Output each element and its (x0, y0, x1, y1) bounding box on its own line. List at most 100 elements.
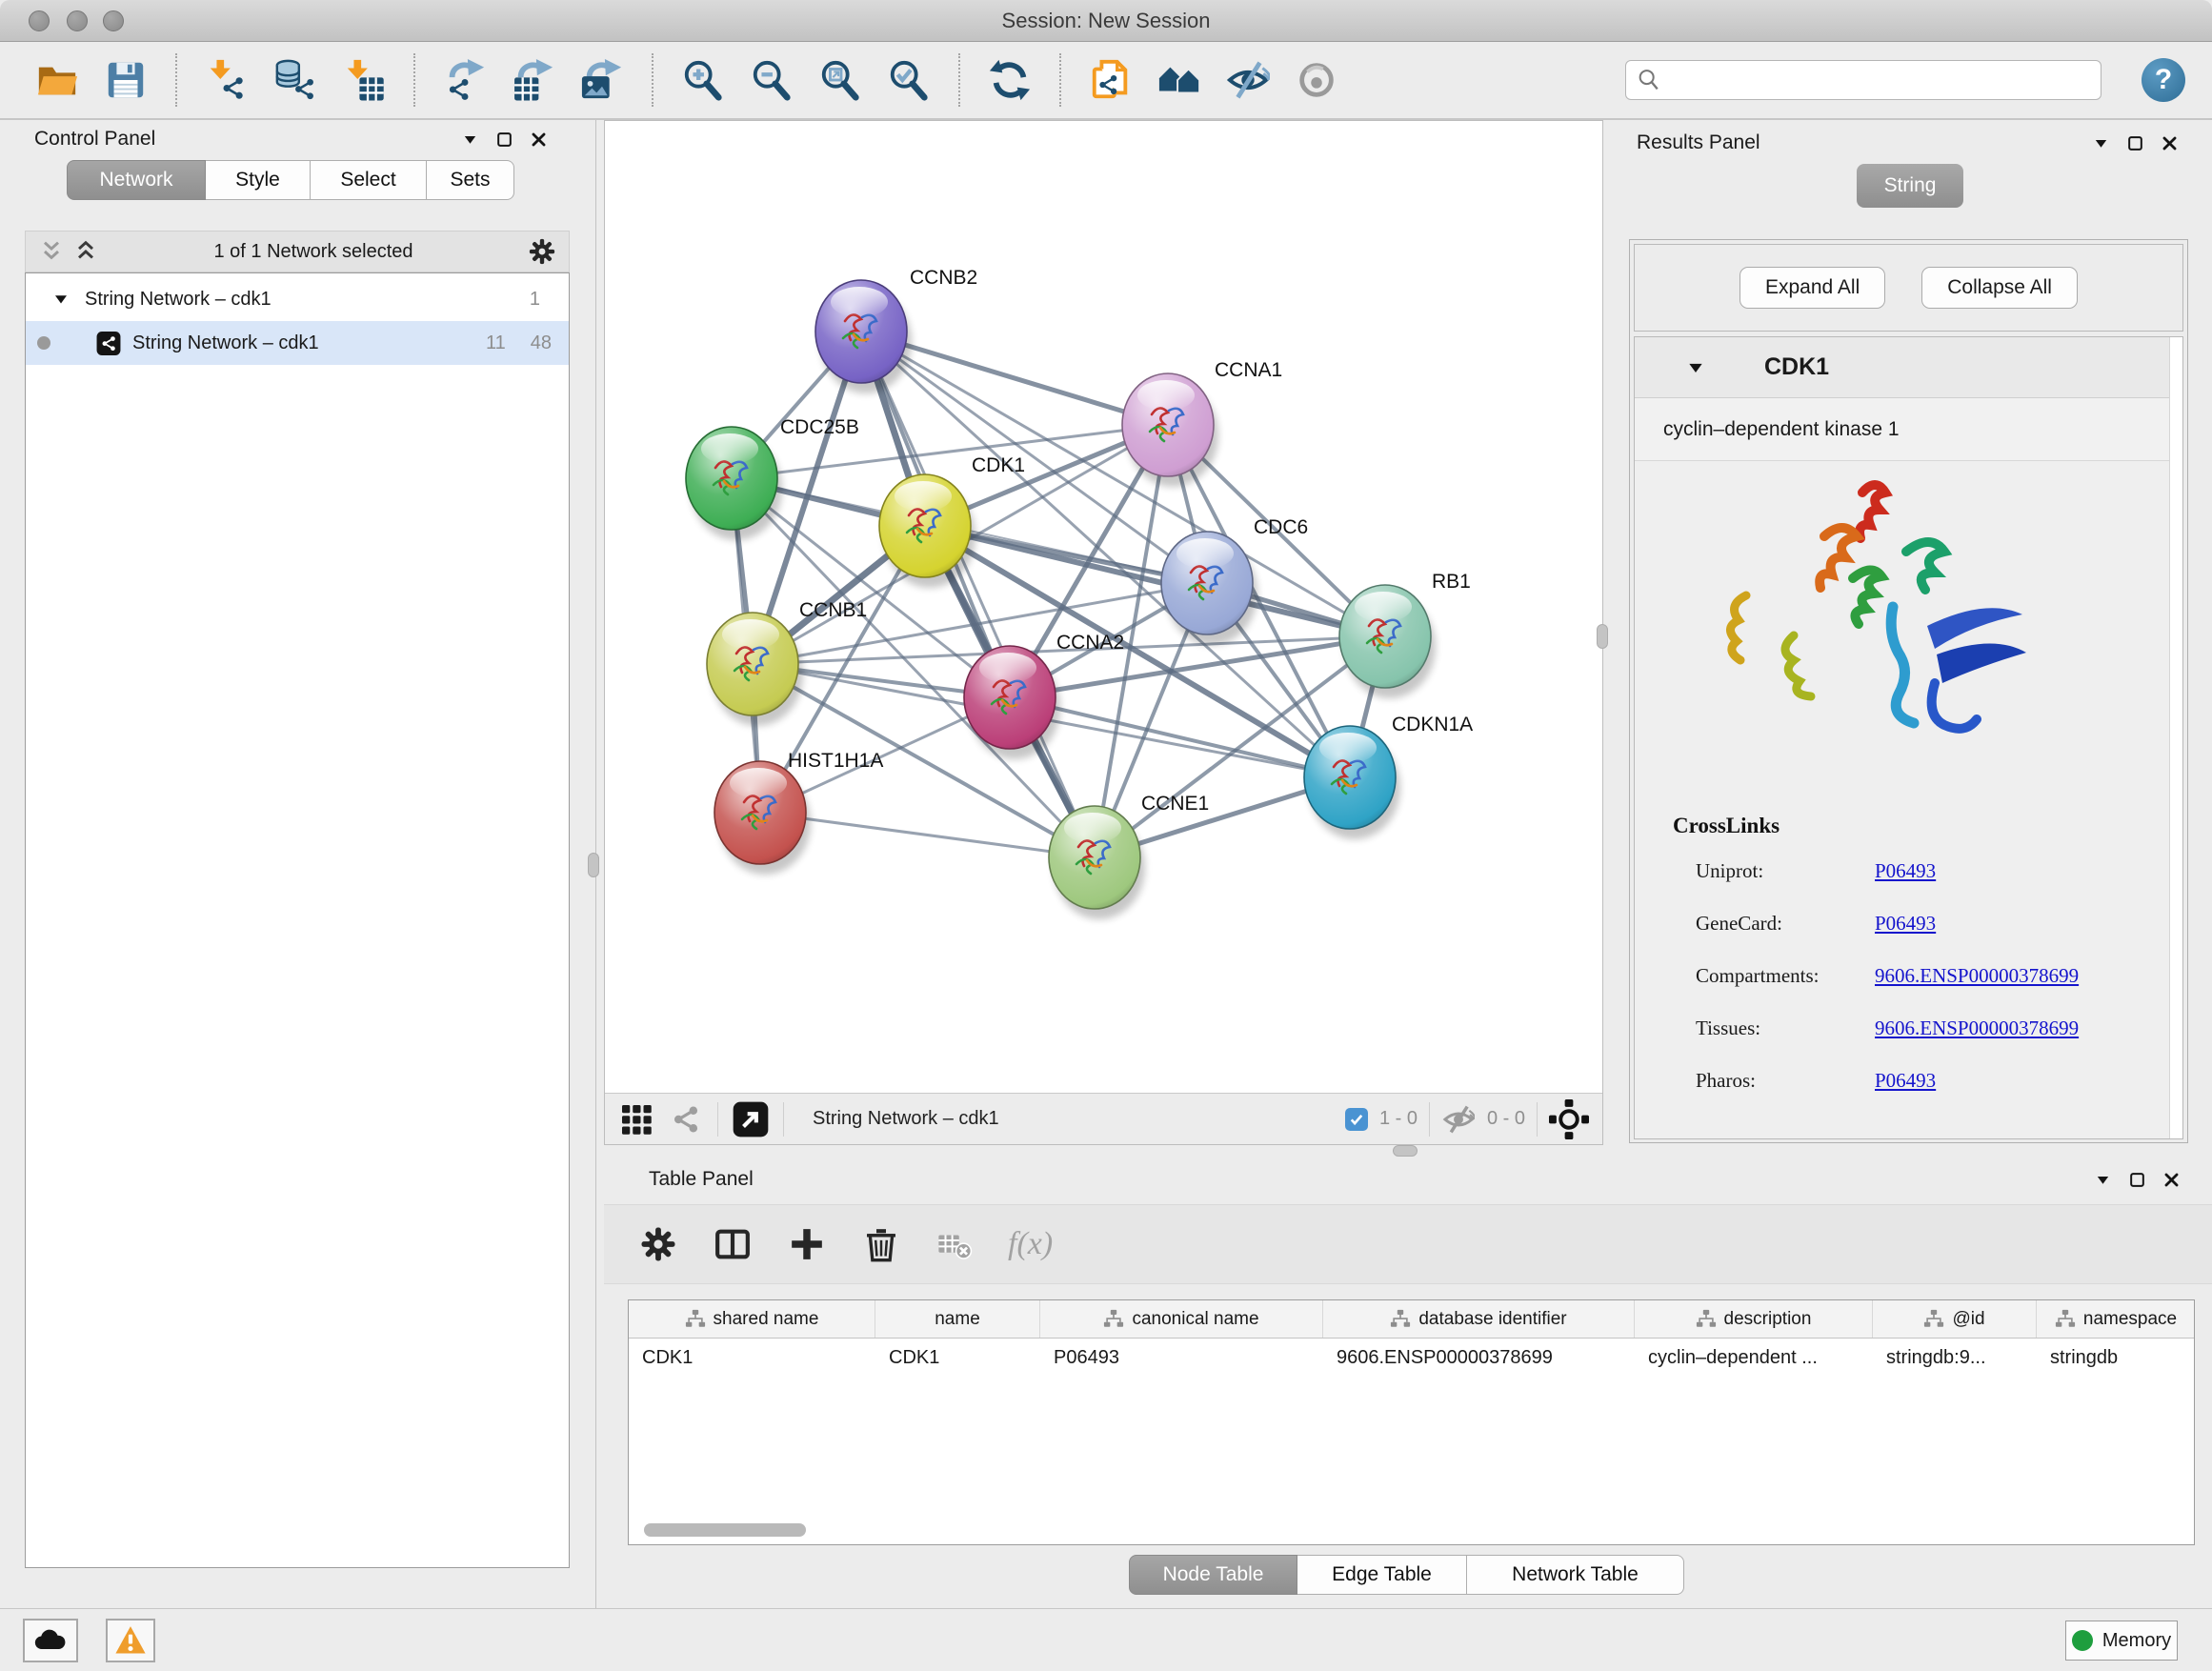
panel-menu-icon[interactable] (2093, 1170, 2112, 1189)
bottom-splitter-grip[interactable] (1393, 1145, 1418, 1157)
collapse-triangle-icon[interactable] (52, 291, 70, 308)
tab-sets[interactable]: Sets (427, 160, 514, 200)
export-network-button[interactable] (435, 50, 494, 111)
table-hscrollbar[interactable] (644, 1523, 806, 1537)
share-view-icon[interactable] (668, 1101, 704, 1137)
table-options-gear-icon[interactable] (638, 1224, 678, 1264)
network-node-CCNA2[interactable] (964, 646, 1060, 759)
crosslink-link[interactable]: 9606.ENSP00000378699 (1875, 964, 2079, 988)
table-cell[interactable]: CDK1 (875, 1339, 1040, 1377)
tab-style[interactable]: Style (206, 160, 311, 200)
search-box[interactable] (1625, 60, 2101, 100)
network-node-CCNA1[interactable] (1122, 373, 1218, 487)
panel-close-icon[interactable] (529, 130, 548, 149)
network-node-CDC25B[interactable] (686, 427, 782, 540)
tab-edge-table[interactable]: Edge Table (1297, 1555, 1467, 1595)
minimize-window-button[interactable] (67, 10, 88, 31)
show-all-button[interactable] (1287, 50, 1346, 111)
search-input[interactable] (1662, 63, 2091, 97)
panel-float-icon[interactable] (2127, 1170, 2146, 1189)
hide-selected-button[interactable] (1218, 50, 1277, 111)
right-splitter-grip[interactable] (1597, 624, 1608, 649)
network-row-selected[interactable]: String Network – cdk1 11 48 (26, 321, 569, 365)
tab-string[interactable]: String (1857, 164, 1963, 208)
crosslink-link[interactable]: P06493 (1875, 912, 1936, 936)
zoom-window-button[interactable] (103, 10, 124, 31)
delete-column-trash-icon[interactable] (861, 1224, 901, 1264)
refresh-button[interactable] (980, 50, 1039, 111)
results-scrollbar[interactable] (2169, 337, 2182, 1138)
save-session-button[interactable] (96, 50, 155, 111)
network-node-CCNB1[interactable] (707, 613, 803, 726)
network-node-HIST1H1A[interactable] (714, 761, 811, 875)
tab-network[interactable]: Network (67, 160, 206, 200)
column-header-namespace[interactable]: namespace (2037, 1300, 2195, 1338)
network-node-CDC6[interactable] (1161, 532, 1257, 645)
export-table-button[interactable] (504, 50, 563, 111)
clone-network-button[interactable] (1081, 50, 1140, 111)
panel-float-icon[interactable] (2125, 133, 2144, 152)
tab-network-table[interactable]: Network Table (1467, 1555, 1684, 1595)
crosslink-link[interactable]: P06493 (1875, 859, 1936, 883)
table-cell[interactable]: stringdb:9... (1873, 1339, 2037, 1377)
open-session-button[interactable] (28, 50, 87, 111)
network-node-CDKN1A[interactable] (1304, 726, 1400, 839)
zoom-out-button[interactable] (742, 50, 801, 111)
import-network-file-button[interactable] (197, 50, 256, 111)
zoom-fit-content-button[interactable] (811, 50, 870, 111)
panel-float-icon[interactable] (494, 130, 513, 149)
collapse-all-networks-icon[interactable] (37, 237, 66, 266)
panel-close-icon[interactable] (2160, 133, 2179, 152)
network-edge[interactable] (861, 332, 1095, 857)
column-header-shared-name[interactable]: shared name (629, 1300, 875, 1338)
memory-button[interactable]: Memory (2065, 1621, 2178, 1661)
tab-node-table[interactable]: Node Table (1129, 1555, 1297, 1595)
column-header-database-identifier[interactable]: database identifier (1323, 1300, 1635, 1338)
column-header--id[interactable]: @id (1873, 1300, 2037, 1338)
zoom-in-button[interactable] (674, 50, 733, 111)
table-cell[interactable]: stringdb (2037, 1339, 2195, 1377)
crosslink-link[interactable]: P06493 (1875, 1069, 1936, 1093)
network-node-RB1[interactable] (1339, 585, 1436, 698)
add-column-icon[interactable] (787, 1224, 827, 1264)
zoom-selected-button[interactable] (879, 50, 938, 111)
table-cell[interactable]: P06493 (1040, 1339, 1323, 1377)
first-neighbors-button[interactable] (1150, 50, 1209, 111)
column-header-description[interactable]: description (1635, 1300, 1873, 1338)
collapse-triangle-icon[interactable] (1686, 358, 1705, 377)
network-canvas[interactable]: CCNB2CCNA1CDC25BCDK1CDC6RB1CCNB1CCNA2CDK… (605, 121, 1602, 1089)
expand-all-networks-icon[interactable] (71, 237, 100, 266)
network-options-gear-icon[interactable] (527, 236, 557, 267)
node-details-header[interactable]: CDK1 (1635, 337, 2182, 398)
network-node-CDK1[interactable] (879, 474, 975, 588)
fit-selected-crosshair-icon[interactable] (1549, 1099, 1589, 1139)
import-table-file-button[interactable] (334, 50, 393, 111)
close-window-button[interactable] (29, 10, 50, 31)
selected-items-checkbox[interactable] (1345, 1108, 1368, 1131)
collapse-all-button[interactable]: Collapse All (1921, 267, 2078, 309)
table-cell[interactable]: 9606.ENSP00000378699 (1323, 1339, 1635, 1377)
grid-view-icon[interactable] (618, 1101, 654, 1137)
table-row[interactable]: CDK1CDK1P064939606.ENSP00000378699cyclin… (629, 1339, 2194, 1377)
column-header-name[interactable]: name (875, 1300, 1040, 1338)
panel-menu-icon[interactable] (460, 130, 479, 149)
tab-select[interactable]: Select (311, 160, 427, 200)
crosslink-link[interactable]: 9606.ENSP00000378699 (1875, 1017, 2079, 1040)
cloud-status-button[interactable] (23, 1619, 78, 1662)
network-node-CCNE1[interactable] (1049, 806, 1145, 919)
warning-status-button[interactable] (106, 1619, 155, 1662)
import-network-database-button[interactable] (266, 50, 325, 111)
column-header-canonical-name[interactable]: canonical name (1040, 1300, 1323, 1338)
birdseye-view-icon[interactable] (732, 1100, 770, 1138)
help-button[interactable]: ? (2142, 58, 2185, 102)
left-splitter-grip[interactable] (588, 853, 599, 877)
panel-close-icon[interactable] (2162, 1170, 2181, 1189)
table-cell[interactable]: CDK1 (629, 1339, 875, 1377)
export-image-button[interactable] (573, 50, 632, 111)
network-collection-row[interactable]: String Network – cdk1 1 (26, 277, 569, 321)
panel-menu-icon[interactable] (2091, 133, 2110, 152)
show-columns-icon[interactable] (713, 1224, 753, 1264)
table-cell[interactable]: cyclin–dependent ... (1635, 1339, 1873, 1377)
expand-all-button[interactable]: Expand All (1739, 267, 1885, 309)
network-node-CCNB2[interactable] (815, 280, 912, 393)
